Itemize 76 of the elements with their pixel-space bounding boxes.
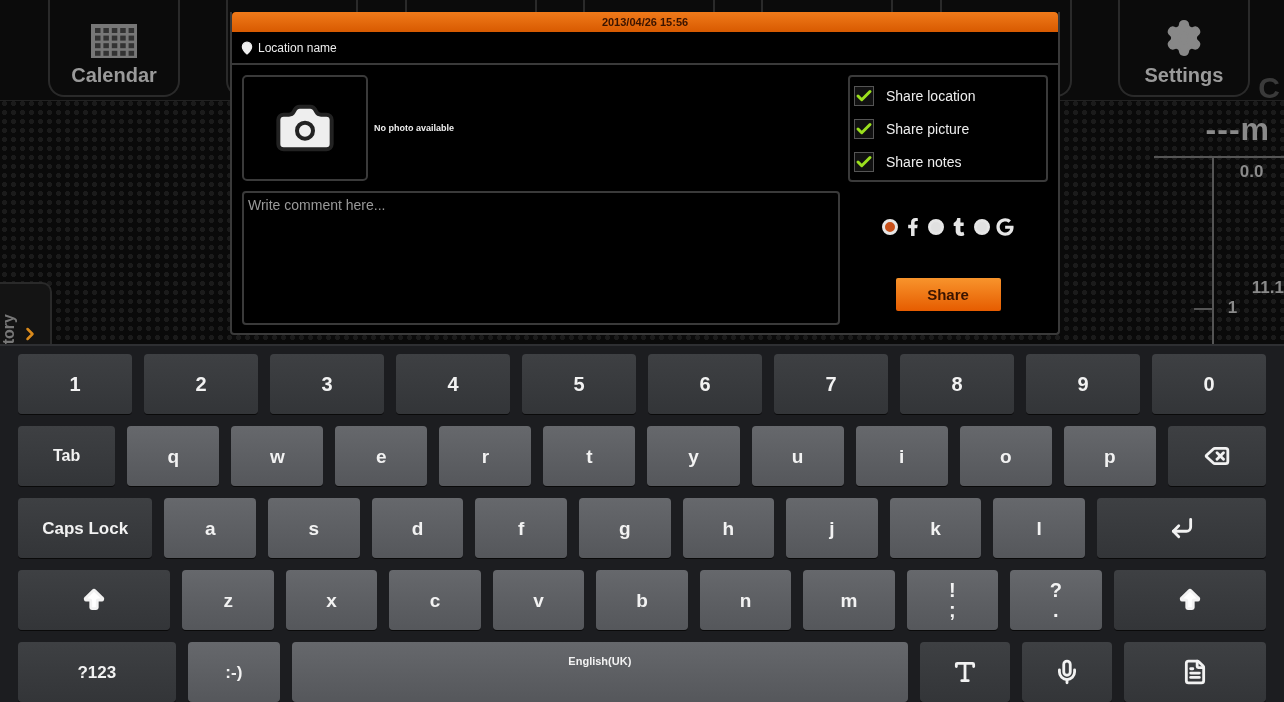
keyboard-key[interactable]: f — [475, 498, 567, 558]
keyboard-key[interactable]: e — [335, 426, 428, 486]
keyboard-key[interactable]: 0 — [1152, 354, 1266, 414]
keyboard-key[interactable]: 5 — [522, 354, 636, 414]
keyboard-key[interactable]: :-) — [187, 642, 281, 702]
radio-button[interactable] — [974, 219, 990, 235]
keyboard-key[interactable]: Caps Lock — [18, 498, 153, 558]
share-button[interactable]: Share — [895, 278, 1001, 311]
tile-label: Settings — [1144, 64, 1224, 87]
calendar-icon — [91, 24, 137, 58]
keyboard-key[interactable]: w — [231, 426, 324, 486]
scale-label: 0.0 — [1239, 162, 1265, 182]
keyboard-key[interactable]: z — [182, 570, 274, 630]
keyboard-key[interactable]: b — [596, 570, 688, 630]
g-logo-icon — [996, 218, 1014, 236]
keyboard-key[interactable]: a — [164, 498, 256, 558]
keyboard-key[interactable]: 1 — [18, 354, 132, 414]
keyboard-key[interactable]: ! ; — [906, 570, 999, 630]
keyboard-key[interactable]: x — [285, 570, 378, 630]
keyboard-key[interactable]: c — [389, 570, 481, 630]
radio-button[interactable] — [928, 219, 944, 235]
keyboard-key[interactable]: j — [786, 498, 878, 558]
keyboard-key[interactable]: l — [993, 498, 1085, 558]
keyboard-key[interactable]: n — [699, 570, 792, 630]
app-tile[interactable]: Calendar — [48, 0, 180, 97]
keyboard-key[interactable]: q — [127, 426, 220, 486]
keyboard-key[interactable]: r — [439, 426, 532, 486]
dialog-header: 2013/04/26 15:56 — [232, 12, 1058, 32]
keyboard-key[interactable]: 7 — [774, 354, 888, 414]
option-label: Share notes — [886, 153, 962, 170]
keyboard-key[interactable]: 8 — [900, 354, 1014, 414]
backspace-key[interactable] — [1167, 426, 1266, 486]
shift-key[interactable] — [18, 570, 171, 630]
handwriting-key[interactable] — [919, 642, 1010, 702]
location-name: Location name — [258, 40, 337, 55]
history-tab[interactable]: tory — [0, 282, 52, 344]
keyboard-key[interactable]: Tab — [18, 426, 116, 486]
keyboard-key[interactable]: u — [751, 426, 844, 486]
space-key[interactable]: English(UK) — [292, 642, 908, 702]
keyboard-key[interactable]: ?123 — [18, 642, 176, 702]
keyboard-key[interactable]: d — [371, 498, 464, 558]
keyboard-key[interactable]: p — [1063, 426, 1156, 486]
app-tile[interactable]: Settings — [1117, 0, 1250, 97]
keyboard-key[interactable]: m — [803, 570, 895, 630]
option-label: Share picture — [886, 120, 970, 137]
keyboard-key[interactable]: g — [578, 498, 671, 558]
checkbox[interactable] — [854, 85, 874, 106]
checkbox[interactable] — [854, 151, 874, 172]
keyboard-key[interactable]: 9 — [1026, 354, 1140, 414]
photo-status: No photo available — [374, 123, 454, 133]
comment-field[interactable]: Write comment here... — [242, 191, 840, 325]
keyboard-key[interactable]: h — [682, 498, 775, 558]
option-label: Share location — [886, 87, 976, 104]
keyboard-key[interactable]: ? . — [1010, 570, 1102, 630]
radio-button[interactable] — [882, 219, 898, 235]
scale-label: 11.1 — [1251, 278, 1284, 298]
photo-button[interactable] — [242, 75, 368, 181]
distance-reading: ---m — [1205, 111, 1270, 148]
keyboard-key[interactable]: k — [889, 498, 982, 558]
keyboard-key[interactable]: 3 — [270, 354, 384, 414]
location-pin-icon — [240, 40, 254, 55]
keyboard-key[interactable]: s — [268, 498, 360, 558]
keyboard-key[interactable]: 4 — [396, 354, 510, 414]
tile-label: Calendar — [71, 64, 157, 87]
keyboard-key[interactable]: o — [959, 426, 1052, 486]
keyboard-key[interactable]: t — [543, 426, 636, 486]
shift-key[interactable] — [1113, 570, 1266, 630]
keyboard-key[interactable]: i — [855, 426, 948, 486]
keyboard-key[interactable]: v — [492, 570, 585, 630]
keyboard-key[interactable]: 6 — [648, 354, 762, 414]
menu-key[interactable] — [1124, 642, 1266, 702]
scale-label: 1 — [1227, 298, 1239, 318]
keyboard-key[interactable]: 2 — [144, 354, 258, 414]
checkbox[interactable] — [854, 118, 874, 139]
voice-key[interactable] — [1022, 642, 1113, 702]
keyboard-key[interactable]: y — [647, 426, 740, 486]
